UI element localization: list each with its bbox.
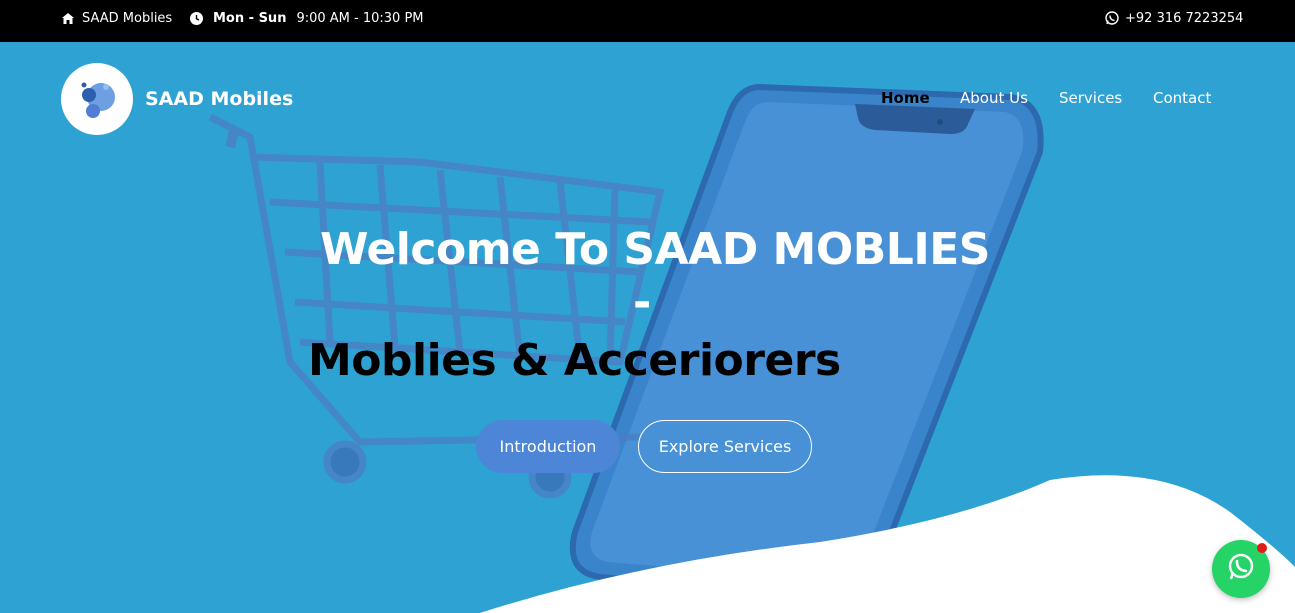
home-icon — [62, 12, 74, 24]
introduction-button[interactable]: Introduction — [476, 420, 620, 473]
brand[interactable]: SAAD Mobiles — [61, 63, 293, 135]
hero-title-line1: Welcome To SAAD MOBLIES — [320, 224, 990, 275]
notification-badge — [1257, 543, 1267, 553]
hero-title-dash: - — [633, 277, 652, 328]
store-name: SAAD Moblies — [82, 10, 173, 26]
nav-home[interactable]: Home — [881, 89, 930, 107]
brand-name[interactable]: SAAD Mobiles — [145, 88, 293, 110]
store-info: SAAD Moblies — [62, 0, 172, 36]
whatsapp-icon — [1226, 552, 1256, 586]
opening-days: Mon - Sun — [213, 10, 287, 26]
nav-contact[interactable]: Contact — [1153, 89, 1211, 107]
hero-title-line2: Moblies & Acceriorers — [308, 335, 841, 386]
phone-contact[interactable]: +92 316 7223254 — [1105, 0, 1243, 36]
opening-time: 9:00 AM - 10:30 PM — [296, 10, 424, 26]
hero-section: SAAD Mobiles Home About Us Services Cont… — [0, 42, 1295, 613]
phone-number[interactable]: +92 316 7223254 — [1125, 11, 1243, 26]
whatsapp-icon — [1105, 11, 1119, 25]
opening-hours: Mon - Sun 9:00 AM - 10:30 PM — [190, 0, 424, 36]
clock-icon — [190, 11, 203, 25]
nav-about-us[interactable]: About Us — [960, 89, 1028, 107]
explore-services-button[interactable]: Explore Services — [638, 420, 812, 473]
bubbles-logo-icon[interactable] — [61, 63, 133, 135]
top-info-bar: SAAD Moblies Mon - Sun 9:00 AM - 10:30 P… — [0, 0, 1295, 42]
nav-services[interactable]: Services — [1059, 89, 1122, 107]
